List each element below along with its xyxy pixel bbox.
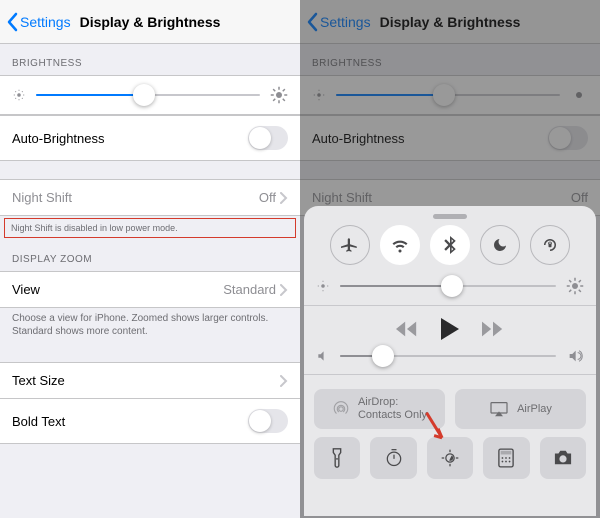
chevron-right-icon (280, 284, 288, 296)
brightness-slider[interactable] (36, 94, 260, 96)
media-controls (314, 318, 586, 340)
night-shift-icon (440, 448, 460, 468)
night-shift-button[interactable] (427, 437, 473, 479)
timer-button[interactable] (370, 437, 416, 479)
view-cell[interactable]: View Standard (0, 271, 300, 308)
volume-low-icon (316, 349, 330, 363)
play-button[interactable] (440, 318, 460, 340)
sun-dim-icon (12, 88, 26, 102)
volume-high-icon (566, 348, 584, 364)
sun-bright-icon (270, 86, 288, 104)
view-label: View (12, 282, 40, 297)
grabber-handle[interactable] (433, 214, 467, 219)
bold-text-toggle[interactable] (248, 409, 288, 433)
bluetooth-icon (443, 236, 457, 254)
brightness-slider-cell (0, 75, 300, 115)
bold-text-cell: Bold Text (0, 399, 300, 444)
moon-icon (492, 237, 508, 253)
night-shift-warning: Night Shift is disabled in low power mod… (4, 218, 296, 238)
dnd-toggle[interactable] (480, 225, 520, 265)
text-size-cell[interactable]: Text Size (0, 362, 300, 399)
sun-bright-icon (566, 277, 584, 295)
bottom-shortcuts (314, 437, 586, 479)
airdrop-title: AirDrop: (358, 396, 427, 409)
text-size-label: Text Size (12, 373, 65, 388)
right-screenshot: Settings Display & Brightness BRIGHTNESS… (300, 0, 600, 518)
volume-row (316, 348, 584, 364)
bold-text-label: Bold Text (12, 414, 65, 429)
back-button[interactable]: Settings (0, 12, 71, 32)
control-center[interactable]: AirDrop:Contacts Only AirPlay (304, 206, 596, 516)
chevron-right-icon (280, 375, 288, 387)
rotation-lock-icon (541, 236, 559, 254)
airplay-icon (489, 401, 509, 417)
toggle-row (314, 225, 586, 265)
wifi-icon (391, 236, 409, 254)
rotation-lock-toggle[interactable] (530, 225, 570, 265)
camera-icon (552, 449, 574, 467)
rewind-button[interactable] (396, 321, 418, 337)
view-value: Standard (223, 282, 276, 297)
brightness-row (316, 277, 584, 295)
airplane-toggle[interactable] (330, 225, 370, 265)
zoom-header: DISPLAY ZOOM (0, 240, 300, 271)
back-label: Settings (20, 14, 71, 30)
zoom-footer: Choose a view for iPhone. Zoomed shows l… (0, 308, 300, 344)
timer-icon (384, 448, 404, 468)
airdrop-icon (332, 400, 350, 418)
auto-brightness-toggle[interactable] (248, 126, 288, 150)
chevron-left-icon (6, 12, 18, 32)
calculator-button[interactable] (483, 437, 529, 479)
sun-dim-icon (316, 279, 330, 293)
camera-button[interactable] (540, 437, 586, 479)
airdrop-value: Contacts Only (358, 409, 427, 422)
chevron-right-icon (280, 192, 288, 204)
auto-brightness-label: Auto-Brightness (12, 131, 105, 146)
wifi-toggle[interactable] (380, 225, 420, 265)
left-screenshot: Settings Display & Brightness BRIGHTNESS… (0, 0, 300, 518)
back-button: Settings (300, 12, 371, 32)
nav-bar: Settings Display & Brightness (0, 0, 300, 44)
brightness-header: BRIGHTNESS (0, 44, 300, 75)
flashlight-icon (330, 447, 344, 469)
night-shift-label: Night Shift (12, 190, 72, 205)
bluetooth-toggle[interactable] (430, 225, 470, 265)
airplay-button[interactable]: AirPlay (455, 389, 586, 429)
cc-volume-slider[interactable] (340, 355, 556, 357)
airplay-label: AirPlay (517, 403, 552, 415)
forward-button[interactable] (482, 321, 504, 337)
cc-brightness-slider[interactable] (340, 285, 556, 287)
airplane-icon (341, 236, 359, 254)
night-shift-cell[interactable]: Night Shift Off (0, 179, 300, 216)
settings-body: BRIGHTNESS Auto-Brightness Night Shift O… (0, 44, 300, 518)
night-shift-value: Off (259, 190, 276, 205)
flashlight-button[interactable] (314, 437, 360, 479)
calculator-icon (498, 448, 514, 468)
auto-brightness-cell: Auto-Brightness (0, 115, 300, 161)
